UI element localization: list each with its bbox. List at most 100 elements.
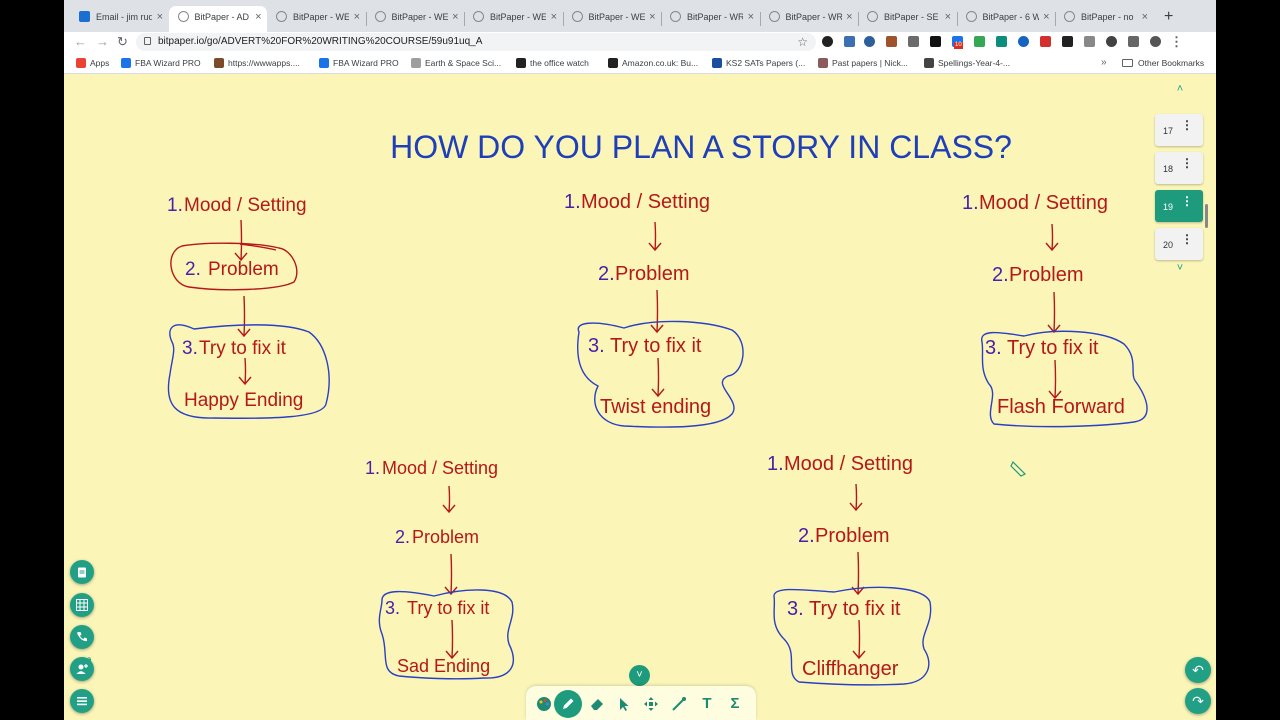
page-menu-icon[interactable]: ⋮ [1181, 118, 1193, 132]
toolbar-collapse-icon[interactable]: ˅ [629, 665, 650, 686]
extension-icon[interactable] [1106, 36, 1117, 47]
sigma-icon[interactable]: Σ [724, 693, 746, 715]
bookmark-item[interactable]: Earth & Space Sci... [411, 56, 501, 70]
tab-separator [661, 12, 662, 26]
puzzle-icon[interactable] [1128, 36, 1139, 47]
forward-button[interactable]: → [96, 33, 109, 51]
palette-icon[interactable] [533, 693, 555, 715]
extension-icon[interactable]: 10 [952, 36, 963, 49]
bookmark-item[interactable]: Spellings-Year-4-... [924, 56, 1010, 70]
page-menu-icon[interactable]: ⋮ [1181, 194, 1193, 208]
address-bar[interactable]: bitpaper.io/go/ADVERT%20FOR%20WRITING%20… [136, 33, 816, 51]
extension-icon[interactable] [908, 36, 919, 47]
bookmark-item[interactable]: Apps [76, 56, 109, 70]
tab-separator [759, 12, 761, 26]
tab-strip: Email - jim rud × BitPaper - AD × BitPaper -… [64, 0, 1216, 32]
tab-close-icon[interactable]: × [1142, 6, 1148, 28]
back-button[interactable]: ← [74, 33, 87, 51]
clipboard-button[interactable] [70, 560, 94, 584]
tab-close-icon[interactable]: × [354, 6, 360, 28]
euro-extension-icon[interactable] [822, 36, 833, 47]
step-problem: Problem [1009, 264, 1083, 286]
browser-tab[interactable]: BitPaper - WE × [563, 6, 661, 32]
browser-tab[interactable]: BitPaper - WE × [267, 6, 365, 32]
bookmark-item[interactable]: FBA Wizard PRO [319, 56, 399, 70]
redo-button[interactable]: ↷ [1185, 688, 1211, 714]
tab-close-icon[interactable]: × [551, 6, 557, 28]
browser-tab[interactable]: BitPaper - WR × [661, 6, 759, 32]
tab-separator [562, 12, 564, 26]
extension-icon[interactable] [1018, 36, 1029, 47]
browser-tab[interactable]: Email - jim rud × [70, 6, 168, 32]
bitpaper-icon [177, 11, 189, 22]
tab-close-icon[interactable]: × [748, 6, 754, 28]
step-ending: Happy Ending [184, 390, 303, 411]
extension-icon[interactable] [974, 36, 985, 47]
step-number: 1. [767, 453, 784, 475]
page-menu-icon[interactable]: ⋮ [1181, 156, 1193, 170]
tab-close-icon[interactable]: × [649, 6, 655, 28]
bookmark-star-icon[interactable]: ☆ [797, 33, 808, 51]
page-thumbnail[interactable]: 19 ⋮ [1155, 190, 1203, 222]
browser-tab[interactable]: BitPaper - AD × [168, 6, 267, 32]
browser-tab[interactable]: BitPaper - WR × [760, 6, 858, 32]
bookmark-item[interactable]: KS2 SATs Papers (... [712, 56, 805, 70]
page-scrollbar[interactable] [1205, 204, 1208, 228]
tab-separator [464, 12, 465, 26]
extension-icon[interactable] [1040, 36, 1051, 47]
browser-tab[interactable]: BitPaper - 6 W × [957, 6, 1055, 32]
browser-tab[interactable]: BitPaper - SE × [858, 6, 956, 32]
extension-icon[interactable] [996, 36, 1007, 47]
extension-icon[interactable] [930, 36, 941, 47]
bookmark-label: Apps [90, 58, 110, 68]
page-menu-icon[interactable]: ⋮ [1181, 232, 1193, 246]
pen-icon[interactable] [554, 690, 582, 718]
call-button[interactable] [70, 625, 94, 649]
other-bookmarks[interactable]: Other Bookmarks [1122, 56, 1204, 70]
other-bookmarks-label: Other Bookmarks [1138, 58, 1205, 68]
new-tab-button[interactable]: + [1164, 8, 1173, 26]
tab-close-icon[interactable]: × [157, 6, 163, 28]
grid-button[interactable] [70, 593, 94, 617]
tab-close-icon[interactable]: × [945, 6, 951, 28]
extension-icon[interactable] [886, 36, 897, 47]
page-thumbnail[interactable]: 17 ⋮ [1155, 114, 1203, 146]
browser-tab[interactable]: BitPaper - no × [1055, 6, 1153, 32]
bookmark-item[interactable]: Amazon.co.uk: Bu... [608, 56, 698, 70]
extension-icon[interactable] [1062, 36, 1073, 47]
page-up-icon[interactable]: ˄ [1154, 83, 1206, 95]
bookmark-item[interactable]: Past papers | Nick... [818, 56, 908, 70]
profile-avatar-icon[interactable] [1150, 36, 1161, 47]
tab-close-icon[interactable]: × [255, 6, 261, 28]
page-down-icon[interactable]: ˅ [1154, 262, 1206, 274]
bookmark-label: Spellings-Year-4-... [938, 58, 1010, 68]
tab-close-icon[interactable]: × [846, 6, 852, 28]
undo-button[interactable]: ↶ [1185, 657, 1211, 683]
eraser-icon[interactable] [586, 693, 608, 715]
tab-close-icon[interactable]: × [452, 6, 458, 28]
extension-icon[interactable] [864, 36, 875, 47]
move-icon[interactable] [640, 693, 662, 715]
reload-button[interactable]: ↻ [117, 33, 128, 51]
tab-label: BitPaper - WR [785, 12, 842, 22]
bookmarks-overflow-icon[interactable]: » [1101, 56, 1107, 70]
menu-button[interactable] [70, 689, 94, 713]
browser-tab[interactable]: BitPaper - WE × [464, 6, 562, 32]
tab-close-icon[interactable]: × [1043, 6, 1049, 28]
step-number: 2. [992, 264, 1009, 286]
browser-tab[interactable]: BitPaper - WE × [366, 6, 464, 32]
whiteboard-canvas[interactable]: 1. Mood / Setting 2. Problem 3. Try to fix it… [64, 74, 1216, 720]
page-number: 20 [1163, 240, 1174, 250]
bookmark-item[interactable]: FBA Wizard PRO [121, 56, 201, 70]
bookmark-item[interactable]: https://wwwapps.... [214, 56, 300, 70]
browser-menu-icon[interactable]: ⋮ [1170, 33, 1183, 51]
pointer-icon[interactable] [613, 693, 635, 715]
page-thumbnail[interactable]: 18 ⋮ [1155, 152, 1203, 184]
extension-icon[interactable] [1084, 36, 1095, 47]
add-user-icon [76, 664, 88, 674]
bookmark-item[interactable]: the office watch [516, 56, 589, 70]
extension-icon[interactable] [844, 36, 855, 47]
text-icon[interactable]: T [696, 693, 718, 715]
laser-icon[interactable] [668, 693, 690, 715]
page-thumbnail[interactable]: 20 ⋮ [1155, 228, 1203, 260]
